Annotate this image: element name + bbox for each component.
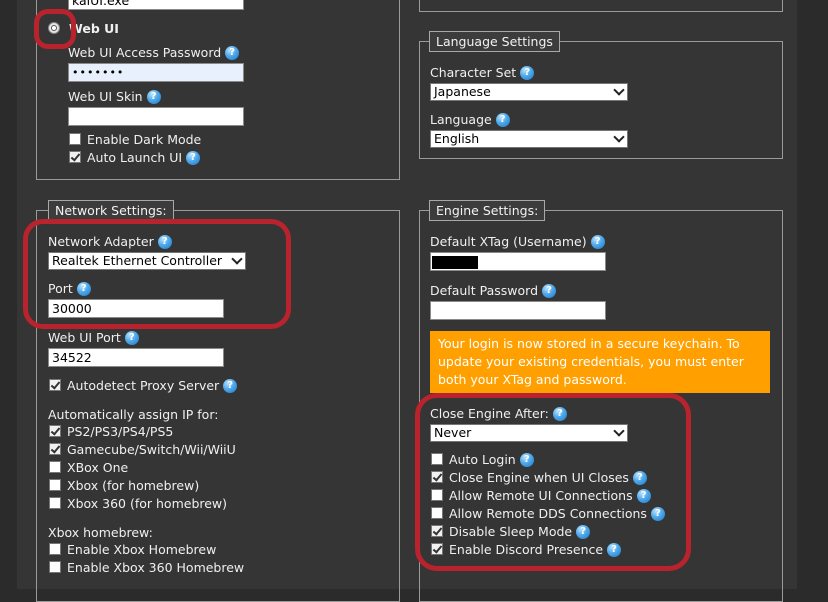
webui-port-label: Web UI Port? xyxy=(48,330,139,346)
exe-path-input[interactable]: kaiUI.exe xyxy=(68,0,244,10)
proxy-label: Autodetect Proxy Server? xyxy=(67,378,238,394)
webui-skin-label-text: Web UI Skin xyxy=(68,89,143,104)
webui-skin-label: Web UI Skin? xyxy=(68,89,161,105)
auto-launch-label: Auto Launch UI? xyxy=(87,150,201,166)
charset-select[interactable]: Japanese xyxy=(430,83,628,101)
webui-password-input[interactable]: ••••••• xyxy=(68,63,244,82)
xtag-label: Default XTag (Username)? xyxy=(430,234,605,250)
webui-skin-input[interactable] xyxy=(68,107,244,126)
charset-label: Character Set? xyxy=(430,65,535,81)
chevron-down-icon xyxy=(613,84,625,96)
top-right-fieldset xyxy=(419,0,783,12)
help-icon[interactable]: ? xyxy=(590,234,605,249)
assign-ip-heading: Automatically assign IP for: xyxy=(48,407,219,422)
assign-nintendo-checkbox[interactable] xyxy=(49,443,61,455)
help-icon[interactable]: ? xyxy=(124,330,139,345)
webui-port-input[interactable]: 34522 xyxy=(48,348,224,367)
language-select-value: English xyxy=(434,131,480,146)
assign-xbox360-label: Xbox 360 (for homebrew) xyxy=(67,496,228,511)
charset-select-value: Japanese xyxy=(434,84,491,99)
assign-xboxone-checkbox[interactable] xyxy=(49,461,61,473)
charset-label-text: Character Set xyxy=(430,65,517,80)
language-legend: Language Settings xyxy=(429,31,560,52)
settings-page: kaiUI.exe Web UI Web UI Access Password?… xyxy=(17,0,797,602)
keychain-notice: Your login is now stored in a secure key… xyxy=(430,331,770,393)
language-label: Language? xyxy=(430,112,510,128)
dark-mode-checkbox[interactable] xyxy=(69,133,81,145)
default-password-label-text: Default Password xyxy=(430,283,539,298)
xbox-homebrew-heading: Xbox homebrew: xyxy=(48,525,153,540)
webui-password-label: Web UI Access Password? xyxy=(68,45,240,61)
auto-launch-label-text: Auto Launch UI xyxy=(87,150,183,165)
default-password-input[interactable] xyxy=(430,301,606,320)
language-label-text: Language xyxy=(430,112,492,127)
assign-ps-label: PS2/PS3/PS4/PS5 xyxy=(67,424,174,439)
help-icon[interactable]: ? xyxy=(542,283,557,298)
webui-port-label-text: Web UI Port xyxy=(48,330,121,345)
xbox-homebrew-label: Enable Xbox Homebrew xyxy=(67,542,217,557)
language-select[interactable]: English xyxy=(430,130,628,148)
xbox360-homebrew-checkbox[interactable] xyxy=(49,561,61,573)
default-password-label: Default Password? xyxy=(430,283,557,299)
assign-xbox-checkbox[interactable] xyxy=(49,479,61,491)
webui-radio-label: Web UI xyxy=(69,21,119,36)
webui-password-label-text: Web UI Access Password xyxy=(68,45,222,60)
chevron-down-icon xyxy=(613,131,625,143)
proxy-checkbox[interactable] xyxy=(49,379,61,391)
help-icon[interactable]: ? xyxy=(520,65,535,80)
help-icon[interactable]: ? xyxy=(186,150,201,165)
help-icon[interactable]: ? xyxy=(495,112,510,127)
engine-legend: Engine Settings: xyxy=(429,200,546,221)
auto-launch-checkbox[interactable] xyxy=(69,151,81,163)
help-icon[interactable]: ? xyxy=(223,378,238,393)
dark-mode-label: Enable Dark Mode xyxy=(87,132,202,147)
highlight-engine-options xyxy=(415,393,691,571)
highlight-webui-radio xyxy=(34,9,76,49)
assign-nintendo-label: Gamecube/Switch/Wii/WiiU xyxy=(67,442,236,457)
assign-ps-checkbox[interactable] xyxy=(49,425,61,437)
proxy-label-text: Autodetect Proxy Server xyxy=(67,378,220,393)
assign-xbox-label: Xbox (for homebrew) xyxy=(67,478,200,493)
xbox360-homebrew-label: Enable Xbox 360 Homebrew xyxy=(67,560,245,575)
xtag-label-text: Default XTag (Username) xyxy=(430,234,587,249)
xtag-input[interactable] xyxy=(430,252,606,271)
xbox-homebrew-checkbox[interactable] xyxy=(49,543,61,555)
network-legend: Network Settings: xyxy=(48,200,174,221)
help-icon[interactable]: ? xyxy=(146,89,161,104)
assign-xboxone-label: XBox One xyxy=(67,460,129,475)
redacted-username xyxy=(432,256,478,269)
help-icon[interactable]: ? xyxy=(225,45,240,60)
assign-xbox360-checkbox[interactable] xyxy=(49,497,61,509)
highlight-network-adapter xyxy=(23,219,291,329)
